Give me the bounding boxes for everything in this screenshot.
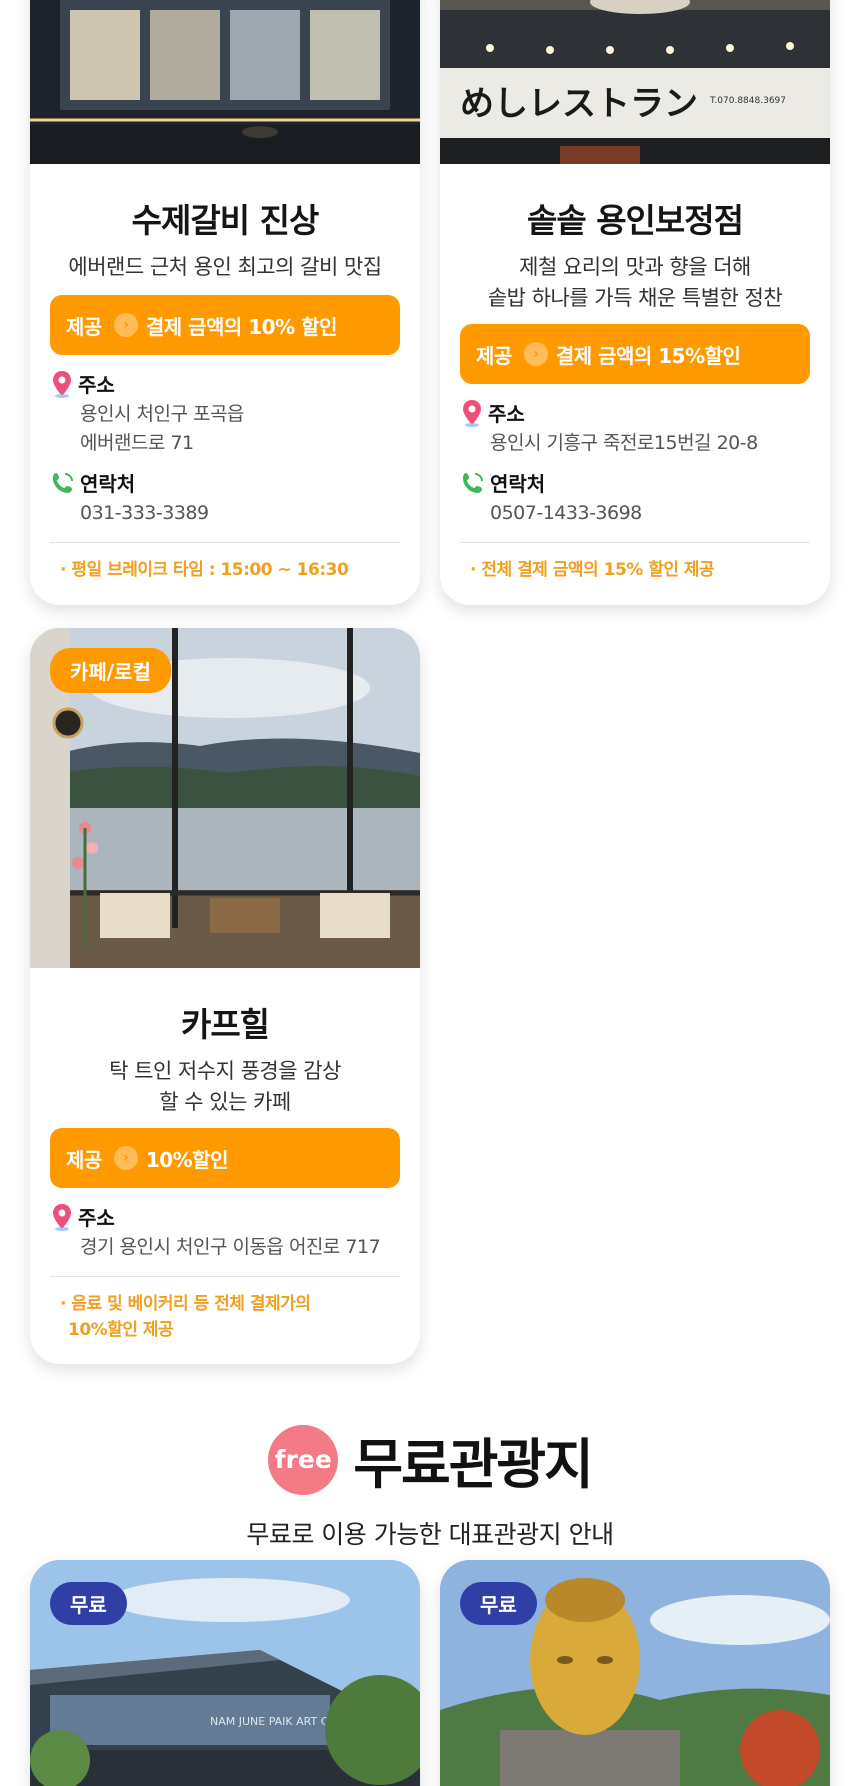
- attraction-photo: NAM JUNE PAIK ART CENTER 무료: [30, 1560, 420, 1786]
- address-value: 용인시 기흥구 죽전로15번길 20-8: [460, 429, 810, 458]
- offer-label: 제공: [476, 343, 512, 368]
- phone-icon: [53, 472, 73, 493]
- restaurant-photo: めしレストラン T.070.8848.3697: [440, 0, 830, 164]
- address-line: 경기 용인시 처인구 이동읍 어진로 717: [80, 1236, 381, 1258]
- storefront-illustration: めしレストラン T.070.8848.3697: [440, 0, 830, 164]
- address-label: 주소: [488, 402, 525, 426]
- page: 수제갈비 진상 에버랜드 근처 용인 최고의 갈비 맛집 제공 › 결제 금액의…: [0, 0, 860, 1786]
- discount-banner: 제공 › 10%할인: [50, 1128, 400, 1188]
- address-label: 주소: [78, 373, 115, 397]
- restaurant-photo: [30, 0, 420, 164]
- note-line: · 음료 및 베이커리 등 전체 결제가의: [60, 1294, 311, 1314]
- note-line: · 전체 결제 금액의 15% 할인 제공: [470, 560, 715, 580]
- note-line: · 평일 브레이크 타임 : 15:00 ~ 16:30: [60, 560, 349, 580]
- cafe-description: 탁 트인 저수지 풍경을 감상 할 수 있는 카페: [50, 1056, 400, 1118]
- card-note: · 음료 및 베이커리 등 전체 결제가의 10%할인 제공: [50, 1277, 400, 1343]
- restaurant-description: 제철 요리의 맛과 향을 더해 솥밥 하나를 가득 채운 특별한 정찬: [460, 252, 810, 314]
- chevron-right-icon: ›: [523, 342, 548, 366]
- free-attraction-card[interactable]: NAM JUNE PAIK ART CENTER 무료: [30, 1560, 420, 1786]
- note-line: 10%할인 제공: [68, 1320, 174, 1340]
- sign-phone: T.070.8848.3697: [709, 96, 786, 106]
- section-subtitle: 무료로 이용 가능한 대표관광지 안내: [246, 1520, 614, 1549]
- contact-value[interactable]: 0507-1433-3698: [460, 499, 810, 528]
- contact-row: 연락처: [460, 468, 810, 497]
- restaurant-card-jinsang[interactable]: 수제갈비 진상 에버랜드 근처 용인 최고의 갈비 맛집 제공 › 결제 금액의…: [30, 0, 420, 605]
- address-row: 주소: [50, 1202, 400, 1231]
- location-pin-icon: [53, 370, 71, 398]
- address-row: 주소: [50, 369, 400, 398]
- section-title-row: free 무료관광지: [0, 1420, 860, 1499]
- phone-icon: [463, 472, 483, 493]
- offer-label: 제공: [66, 1147, 102, 1172]
- contact-label: 연락처: [490, 472, 546, 496]
- address-line: 용인시 처인구 포곡읍: [80, 403, 244, 425]
- contact-value[interactable]: 031-333-3389: [50, 499, 400, 528]
- address-line: 용인시 기흥구 죽전로15번길 20-8: [490, 432, 758, 454]
- sign-text: めしレストラン: [460, 84, 698, 124]
- address-line: 에버랜드로 71: [80, 432, 194, 454]
- free-label-badge: 무료: [460, 1582, 537, 1625]
- free-label-badge: 무료: [50, 1582, 127, 1625]
- contact-label: 연락처: [80, 472, 136, 496]
- restaurant-title: 수제갈비 진상: [131, 201, 320, 240]
- description-line: 에버랜드 근처 용인 최고의 갈비 맛집: [68, 255, 382, 279]
- offer-text: 결제 금액의 10% 할인: [145, 314, 338, 339]
- section-title: 무료관광지: [353, 1433, 593, 1496]
- description-line: 솥밥 하나를 가득 채운 특별한 정찬: [487, 286, 783, 310]
- discount-banner: 제공 › 결제 금액의 10% 할인: [50, 295, 400, 355]
- free-attraction-card[interactable]: 무료: [440, 1560, 830, 1786]
- free-badge: free: [268, 1424, 339, 1495]
- description-line: 탁 트인 저수지 풍경을 감상: [109, 1059, 341, 1083]
- card-note: · 평일 브레이크 타임 : 15:00 ~ 16:30: [50, 543, 400, 583]
- cafe-photo: 카페/로컬: [30, 628, 420, 968]
- offer-text: 10%할인: [145, 1147, 229, 1172]
- category-badge: 카페/로컬: [50, 648, 171, 693]
- free-attractions-header: free 무료관광지 무료로 이용 가능한 대표관광지 안내: [0, 1420, 860, 1551]
- offer-label: 제공: [66, 314, 102, 339]
- location-pin-icon: [53, 1203, 71, 1231]
- discount-banner: 제공 › 결제 금액의 15%할인: [460, 324, 810, 384]
- restaurant-description: 에버랜드 근처 용인 최고의 갈비 맛집: [50, 252, 400, 283]
- description-line: 제철 요리의 맛과 향을 더해: [519, 255, 751, 279]
- address-value: 용인시 처인구 포곡읍 에버랜드로 71: [50, 400, 400, 458]
- address-label: 주소: [78, 1206, 115, 1230]
- cafe-title: 카프힐: [180, 1005, 270, 1044]
- chevron-right-icon: ›: [113, 313, 138, 337]
- address-row: 주소: [460, 398, 810, 427]
- address-value: 경기 용인시 처인구 이동읍 어진로 717: [50, 1233, 400, 1262]
- contact-row: 연락처: [50, 468, 400, 497]
- description-line: 할 수 있는 카페: [159, 1090, 291, 1114]
- restaurant-title: 솥솥 용인보정점: [526, 201, 744, 240]
- attraction-photo: 무료: [440, 1560, 830, 1786]
- location-pin-icon: [463, 399, 481, 427]
- building-night-illustration: [30, 0, 420, 164]
- restaurant-card-sotsot[interactable]: めしレストラン T.070.8848.3697 솥솥 용인보정점 제철 요리의 …: [440, 0, 830, 605]
- card-note: · 전체 결제 금액의 15% 할인 제공: [460, 543, 810, 583]
- offer-text: 결제 금액의 15%할인: [555, 343, 741, 368]
- cafe-card-kafhill[interactable]: 카페/로컬 카프힐 탁 트인 저수지 풍경을 감상 할 수 있는 카페 제공 ›…: [30, 628, 420, 1364]
- chevron-right-icon: ›: [113, 1146, 138, 1170]
